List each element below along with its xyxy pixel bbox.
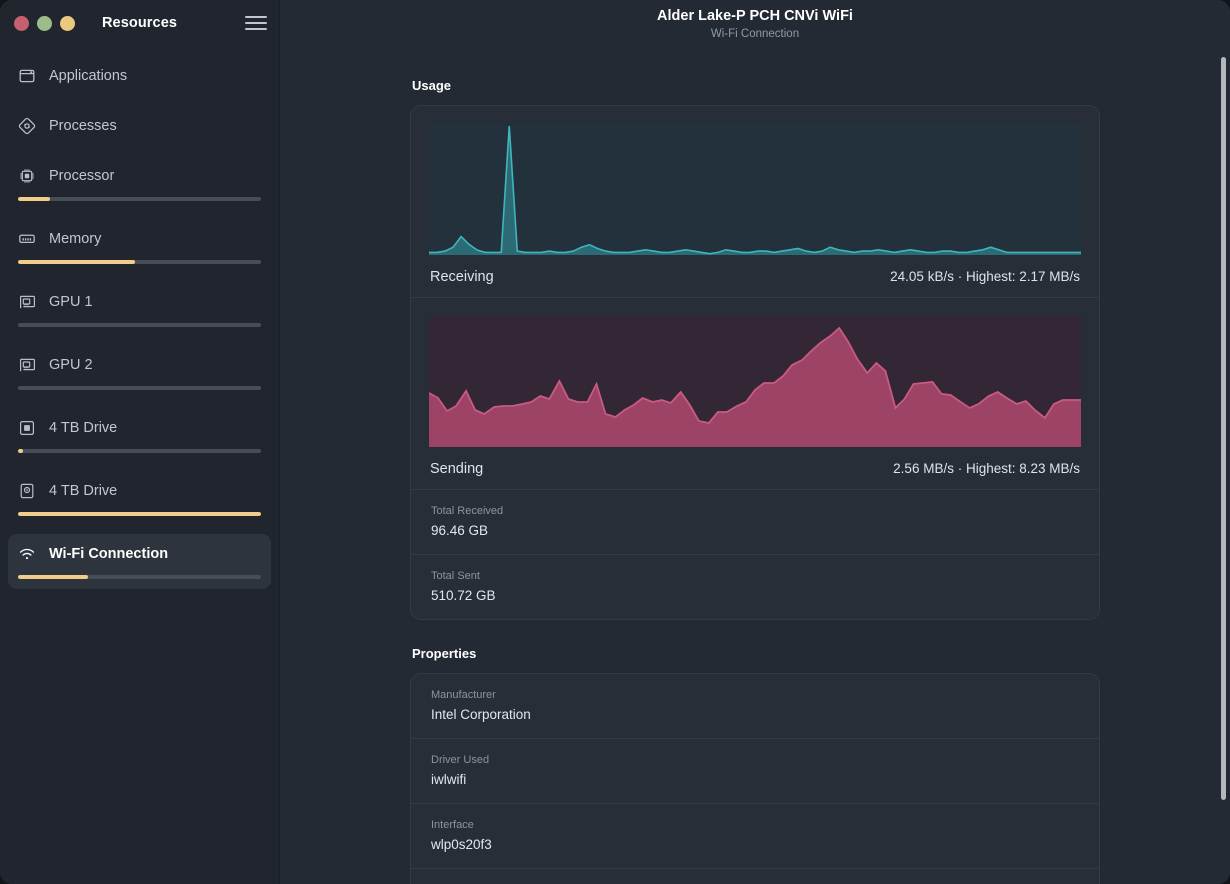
sidebar-item-processor[interactable]: Processor	[8, 156, 271, 211]
sidebar-item-label: 4 TB Drive	[49, 420, 118, 436]
sidebar-item-wifi-connection[interactable]: Wi-Fi Connection	[8, 534, 271, 589]
sending-graph-block: Sending 2.56 MB/s · Highest: 8.23 MB/s	[411, 298, 1099, 489]
wifi-icon	[18, 545, 36, 563]
sending-label: Sending	[430, 461, 484, 477]
receiving-graph	[429, 124, 1081, 255]
sidebar-item-drive-2[interactable]: 4 TB Drive	[8, 471, 271, 526]
receiving-stat: 24.05 kB/s · Highest: 2.17 MB/s	[890, 269, 1080, 284]
total-received-value: 96.46 GB	[431, 523, 489, 538]
hdd-icon	[18, 482, 36, 500]
close-button[interactable]	[14, 15, 29, 31]
memory-icon	[18, 230, 36, 248]
usage-bar	[18, 197, 261, 201]
properties-card: Manufacturer Intel Corporation Driver Us…	[410, 673, 1100, 884]
sidebar-header: Resources	[0, 0, 279, 46]
vertical-scrollbar[interactable]	[1221, 57, 1226, 800]
total-sent-key: Total Sent	[431, 570, 480, 582]
usage-bar	[18, 260, 261, 264]
usage-bar	[18, 449, 261, 453]
total-received-row: Total Received 96.46 GB	[411, 489, 1099, 554]
cpu-icon	[18, 167, 36, 185]
usage-bar	[18, 575, 261, 579]
sidebar-item-gpu-2[interactable]: GPU 2	[8, 345, 271, 400]
sidebar-item-label: Processor	[49, 168, 115, 184]
resources-window: Resources Applications Processes Process…	[0, 0, 1230, 884]
receiving-label: Receiving	[430, 269, 494, 285]
total-received-key: Total Received	[431, 505, 504, 517]
sidebar-item-label: GPU 1	[49, 294, 93, 310]
gpu-icon	[18, 356, 36, 374]
sidebar-item-applications[interactable]: Applications	[8, 56, 271, 98]
sending-graph	[429, 316, 1081, 447]
manufacturer-key: Manufacturer	[431, 689, 496, 701]
driver-used-key: Driver Used	[431, 754, 490, 766]
total-sent-value: 510.72 GB	[431, 588, 496, 603]
sidebar-item-memory[interactable]: Memory	[8, 219, 271, 274]
processes-icon	[18, 117, 36, 135]
driver-used-value: iwlwifi	[431, 772, 467, 787]
total-sent-row: Total Sent 510.72 GB	[411, 554, 1099, 619]
interface-value: wlp0s20f3	[431, 837, 492, 852]
page-subtitle: Wi-Fi Connection	[710, 28, 800, 40]
hamburger-menu-icon[interactable]	[245, 12, 267, 34]
properties-section-label: Properties	[412, 646, 477, 661]
sidebar-item-gpu-1[interactable]: GPU 1	[8, 282, 271, 337]
gpu-icon	[18, 293, 36, 311]
interface-row: Interface wlp0s20f3	[411, 803, 1099, 868]
ssd-icon	[18, 419, 36, 437]
sending-stat: 2.56 MB/s · Highest: 8.23 MB/s	[893, 461, 1080, 476]
scroll-content[interactable]: Usage Receiving 24.05 kB/s · Highest: 2.…	[280, 52, 1230, 884]
driver-used-row: Driver Used iwlwifi	[411, 738, 1099, 803]
window-controls	[14, 15, 75, 31]
sidebar-item-label: GPU 2	[49, 357, 93, 373]
manufacturer-value: Intel Corporation	[431, 707, 531, 722]
next-property-row-partial	[411, 868, 1099, 884]
usage-section-label: Usage	[412, 78, 452, 93]
usage-bar	[18, 386, 261, 390]
sidebar-item-processes[interactable]: Processes	[8, 106, 271, 148]
sidebar: Resources Applications Processes Process…	[0, 0, 280, 884]
window-icon	[18, 67, 36, 85]
main-panel: Alder Lake-P PCH CNVi WiFi Wi-Fi Connect…	[280, 0, 1230, 884]
sidebar-item-label: Applications	[49, 68, 128, 84]
interface-key: Interface	[431, 819, 474, 831]
page-title: Alder Lake-P PCH CNVi WiFi	[657, 8, 853, 24]
maximize-button[interactable]	[60, 15, 75, 31]
manufacturer-row: Manufacturer Intel Corporation	[411, 674, 1099, 738]
sidebar-nav: Applications Processes Processor Memory …	[0, 46, 279, 597]
main-header: Alder Lake-P PCH CNVi WiFi Wi-Fi Connect…	[280, 0, 1230, 52]
usage-card: Receiving 24.05 kB/s · Highest: 2.17 MB/…	[410, 105, 1100, 620]
sidebar-item-label: 4 TB Drive	[49, 483, 118, 499]
sidebar-item-drive-1[interactable]: 4 TB Drive	[8, 408, 271, 463]
usage-bar	[18, 323, 261, 327]
receiving-graph-block: Receiving 24.05 kB/s · Highest: 2.17 MB/…	[411, 106, 1099, 297]
sidebar-item-label: Processes	[49, 118, 117, 134]
sidebar-item-label: Wi-Fi Connection	[49, 546, 169, 562]
sidebar-item-label: Memory	[49, 231, 102, 247]
usage-bar	[18, 512, 261, 516]
minimize-button[interactable]	[37, 15, 52, 31]
